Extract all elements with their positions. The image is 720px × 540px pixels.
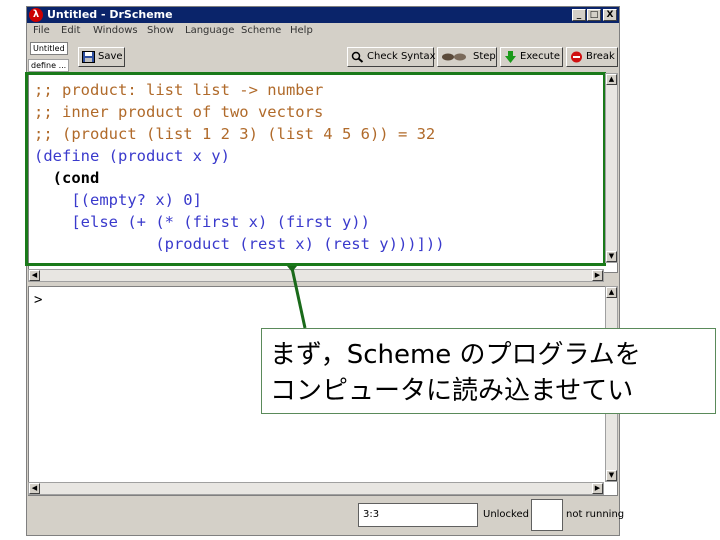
annotation-text-line: コンピュータに読み込ませてい	[270, 376, 634, 406]
annotation-text-line: まず，Scheme のプログラムを	[270, 340, 641, 370]
callout-connector	[287, 266, 307, 329]
